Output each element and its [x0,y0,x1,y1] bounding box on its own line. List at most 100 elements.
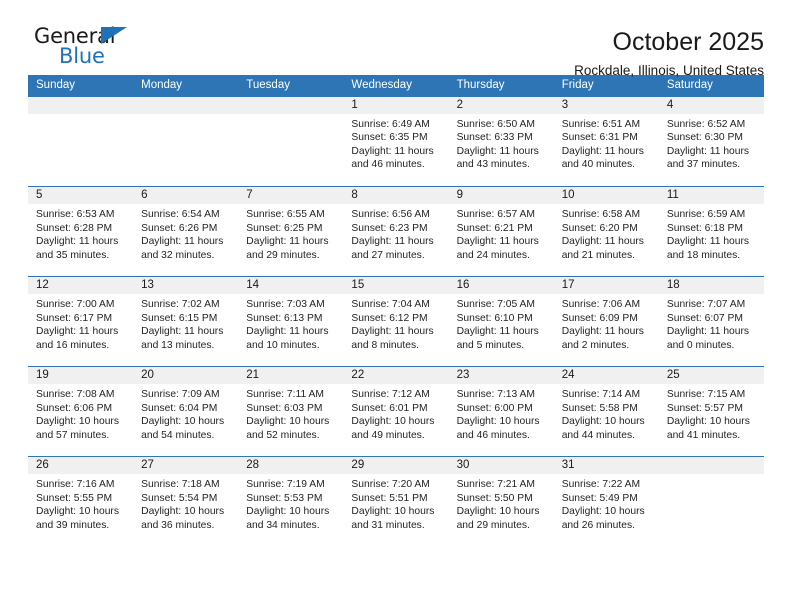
calendar-day-cell[interactable]: 15 Sunrise: 7:04 AM Sunset: 6:12 PM Dayligh… [343,276,449,367]
calendar-day-cell[interactable]: 17 Sunrise: 7:06 AM Sunset: 6:09 PM Dayligh… [553,276,659,367]
day-number: 10 [553,187,659,204]
sunrise-time: Sunrise: 6:51 AM [561,118,641,130]
calendar-day-cell[interactable]: 16 Sunrise: 7:05 AM Sunset: 6:10 PM Dayligh… [448,276,554,367]
calendar-day-cell[interactable]: 9 Sunrise: 6:57 AM Sunset: 6:21 PM Daylight… [448,186,554,277]
day-details: Sunrise: 7:18 AM Sunset: 5:54 PM Daylight:… [133,474,238,532]
calendar-day-cell[interactable]: 23 Sunrise: 7:13 AM Sunset: 6:00 PM Dayligh… [448,366,554,457]
calendar-day-cell[interactable]: 29 Sunrise: 7:20 AM Sunset: 5:51 PM Dayligh… [343,456,449,547]
calendar-day-cell[interactable]: 26 Sunrise: 7:16 AM Sunset: 5:55 PM Dayligh… [28,456,134,547]
calendar-day-cell[interactable]: 5 Sunrise: 6:53 AM Sunset: 6:28 PM Daylight… [28,186,134,277]
sunrise-time: Sunrise: 7:06 AM [561,299,641,310]
generalblue-logo[interactable]: General Blue [28,26,143,72]
weekday-header-monday: Monday [133,75,239,97]
sunset-time: Sunset: 6:12 PM [351,312,428,324]
sunset-time: Sunset: 6:20 PM [561,222,638,234]
sunset-time: Sunset: 6:04 PM [141,402,218,414]
day-number: 21 [238,367,344,384]
daylight-duration: Daylight: 10 hours and 36 minutes. [141,506,225,531]
calendar-day-cell[interactable]: 25 Sunrise: 7:15 AM Sunset: 5:57 PM Dayligh… [658,366,764,457]
daylight-duration: Daylight: 11 hours and 5 minutes. [456,326,539,351]
daylight-duration: Daylight: 11 hours and 21 minutes. [561,236,644,261]
sunset-time: Sunset: 6:06 PM [36,402,113,414]
weekday-header-saturday: Saturday [658,75,764,97]
title-block: October 2025 Rockdale, Illinois, United … [574,26,764,78]
day-number: 11 [658,187,764,204]
sunrise-time: Sunrise: 7:07 AM [666,299,746,310]
calendar-day-cell[interactable]: 11 Sunrise: 6:59 AM Sunset: 6:18 PM Dayligh… [658,186,764,277]
calendar-day-cell[interactable]: 2 Sunrise: 6:50 AM Sunset: 6:33 PM Daylight… [448,96,554,187]
logo-text-blue: Blue [59,44,105,68]
sunrise-time: Sunrise: 7:13 AM [456,389,535,400]
calendar-day-cell[interactable]: 21 Sunrise: 7:11 AM Sunset: 6:03 PM Dayligh… [238,366,344,457]
day-number: 27 [133,457,239,474]
calendar-header-row: Sunday Monday Tuesday Wednesday Thursday Frid… [28,75,764,97]
sunset-time: Sunset: 6:15 PM [141,312,218,324]
calendar-day-cell[interactable]: 10 Sunrise: 6:58 AM Sunset: 6:20 PM Dayligh… [553,186,659,277]
day-number: 14 [238,277,344,294]
day-number: 31 [553,457,659,474]
daylight-duration: Daylight: 11 hours and 27 minutes. [351,236,434,261]
weekday-header-wednesday: Wednesday [343,75,449,97]
calendar-day-cell[interactable]: 18 Sunrise: 7:07 AM Sunset: 6:07 PM Dayligh… [658,276,764,367]
day-details: Sunrise: 6:52 AM Sunset: 6:30 PM Daylight:… [659,114,764,172]
calendar-day-cell[interactable]: 12 Sunrise: 7:00 AM Sunset: 6:17 PM Dayligh… [28,276,134,367]
day-number [658,457,764,474]
calendar-day-cell[interactable]: 30 Sunrise: 7:21 AM Sunset: 5:50 PM Dayligh… [448,456,554,547]
daylight-duration: Daylight: 10 hours and 29 minutes. [456,506,540,531]
sunset-time: Sunset: 6:25 PM [246,222,323,234]
sunset-time: Sunset: 6:09 PM [561,312,638,324]
day-details: Sunrise: 7:09 AM Sunset: 6:04 PM Daylight:… [133,384,238,442]
sunrise-time: Sunrise: 6:56 AM [351,209,430,220]
calendar-body: 1 Sunrise: 6:49 AM Sunset: 6:35 PM Daylight… [28,96,764,547]
calendar-day-cell[interactable]: 22 Sunrise: 7:12 AM Sunset: 6:01 PM Dayligh… [343,366,449,457]
day-details: Sunrise: 7:13 AM Sunset: 6:00 PM Daylight:… [449,384,554,442]
daylight-duration: Daylight: 10 hours and 31 minutes. [351,506,435,531]
calendar-day-cell[interactable]: 13 Sunrise: 7:02 AM Sunset: 6:15 PM Dayligh… [133,276,239,367]
daylight-duration: Daylight: 11 hours and 18 minutes. [666,236,750,261]
day-number: 12 [28,277,134,294]
calendar-day-cell[interactable]: 8 Sunrise: 6:56 AM Sunset: 6:23 PM Daylight… [343,186,449,277]
daylight-duration: Daylight: 11 hours and 24 minutes. [456,236,539,261]
daylight-duration: Daylight: 10 hours and 49 minutes. [351,416,435,441]
sunset-time: Sunset: 6:26 PM [141,222,218,234]
triangle-icon [101,27,127,44]
calendar-day-cell[interactable]: 20 Sunrise: 7:09 AM Sunset: 6:04 PM Dayligh… [133,366,239,457]
sunset-time: Sunset: 6:28 PM [36,222,113,234]
calendar-day-cell[interactable]: 27 Sunrise: 7:18 AM Sunset: 5:54 PM Dayligh… [133,456,239,547]
calendar-day-cell[interactable]: 3 Sunrise: 6:51 AM Sunset: 6:31 PM Daylight… [553,96,659,187]
sunrise-time: Sunrise: 7:19 AM [246,479,325,490]
sunset-time: Sunset: 6:00 PM [456,402,533,414]
day-number: 8 [343,187,449,204]
day-details: Sunrise: 6:58 AM Sunset: 6:20 PM Daylight:… [554,204,659,262]
calendar-day-cell[interactable]: 28 Sunrise: 7:19 AM Sunset: 5:53 PM Dayligh… [238,456,344,547]
calendar-day-cell[interactable]: 31 Sunrise: 7:22 AM Sunset: 5:49 PM Dayligh… [553,456,659,547]
calendar-day-cell[interactable]: 4 Sunrise: 6:52 AM Sunset: 6:30 PM Daylight… [658,96,764,187]
sunset-time: Sunset: 5:54 PM [141,492,218,504]
calendar-day-cell-empty [28,96,134,187]
daylight-duration: Daylight: 11 hours and 0 minutes. [666,326,750,351]
day-number: 9 [448,187,554,204]
sunrise-time: Sunrise: 7:22 AM [561,479,641,490]
day-number: 17 [553,277,659,294]
calendar-day-cell[interactable]: 7 Sunrise: 6:55 AM Sunset: 6:25 PM Daylight… [238,186,344,277]
day-number: 30 [448,457,554,474]
sunset-time: Sunset: 5:53 PM [246,492,323,504]
weekday-header-thursday: Thursday [448,75,554,97]
calendar-day-cell[interactable]: 14 Sunrise: 7:03 AM Sunset: 6:13 PM Dayligh… [238,276,344,367]
calendar-week-row: 5 Sunrise: 6:53 AM Sunset: 6:28 PM Daylight… [28,186,764,277]
daylight-duration: Daylight: 10 hours and 34 minutes. [246,506,330,531]
day-details: Sunrise: 7:03 AM Sunset: 6:13 PM Daylight:… [238,294,343,352]
sunset-time: Sunset: 6:23 PM [351,222,428,234]
day-number: 16 [448,277,554,294]
day-number: 13 [133,277,239,294]
calendar-day-cell[interactable]: 19 Sunrise: 7:08 AM Sunset: 6:06 PM Dayligh… [28,366,134,457]
calendar-day-cell[interactable]: 24 Sunrise: 7:14 AM Sunset: 5:58 PM Dayligh… [553,366,659,457]
calendar-day-cell[interactable]: 1 Sunrise: 6:49 AM Sunset: 6:35 PM Daylight… [343,96,449,187]
sunrise-time: Sunrise: 7:08 AM [36,389,115,400]
sunrise-time: Sunrise: 7:03 AM [246,299,325,310]
sunrise-time: Sunrise: 7:04 AM [351,299,430,310]
sunrise-time: Sunrise: 7:05 AM [456,299,535,310]
daylight-duration: Daylight: 11 hours and 2 minutes. [561,326,644,351]
calendar-day-cell[interactable]: 6 Sunrise: 6:54 AM Sunset: 6:26 PM Daylight… [133,186,239,277]
sunrise-time: Sunrise: 7:16 AM [36,479,115,490]
